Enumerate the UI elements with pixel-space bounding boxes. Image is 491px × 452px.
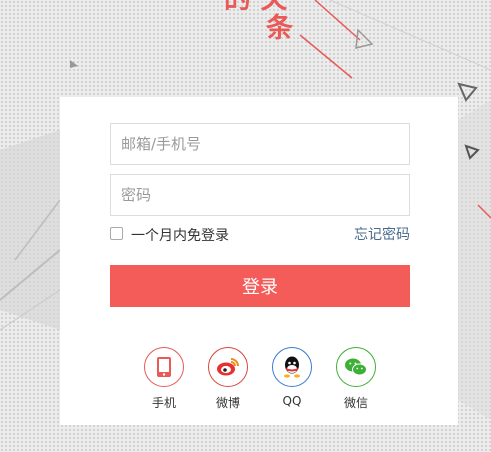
password-input[interactable] xyxy=(110,174,410,216)
social-label-wechat: 微信 xyxy=(343,396,368,410)
social-login-qq[interactable]: QQ xyxy=(271,347,313,408)
remember-label[interactable]: 一个月内免登录 xyxy=(131,225,229,245)
remember-row: 一个月内免登录 忘记密码 xyxy=(110,224,410,244)
social-login-wechat[interactable]: 微信 xyxy=(335,347,377,411)
social-label-weibo: 微博 xyxy=(215,396,240,410)
weibo-icon[interactable] xyxy=(208,347,248,387)
social-label-qq: QQ xyxy=(282,394,302,408)
slogan-line-1: 的 关 xyxy=(224,0,287,13)
login-card: 一个月内免登录 忘记密码 登录 手机 微博 xyxy=(60,97,458,425)
account-input[interactable] xyxy=(110,123,410,165)
wechat-icon[interactable] xyxy=(336,347,376,387)
social-login-phone[interactable]: 手机 xyxy=(143,347,185,411)
social-login-weibo[interactable]: 微博 xyxy=(207,347,249,411)
login-button[interactable]: 登录 xyxy=(110,265,410,307)
qq-icon[interactable] xyxy=(272,347,312,387)
social-label-phone: 手机 xyxy=(151,396,176,410)
remember-checkbox[interactable] xyxy=(110,227,123,240)
slogan-line-2: 条 xyxy=(266,13,293,44)
forgot-password-link[interactable]: 忘记密码 xyxy=(354,224,410,244)
phone-icon[interactable] xyxy=(144,347,184,387)
